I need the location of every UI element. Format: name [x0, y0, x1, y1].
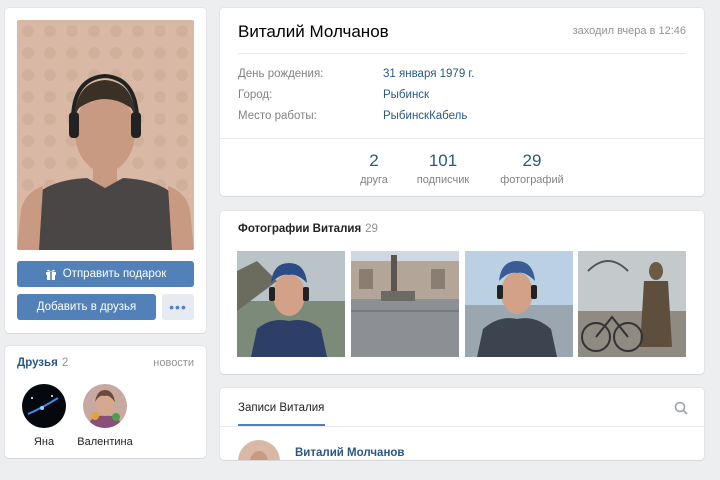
divider: [238, 53, 686, 54]
search-icon[interactable]: [674, 401, 688, 415]
wall-card: Записи Виталия Виталий Молчанов: [220, 388, 704, 460]
stat-number: 29: [522, 151, 542, 170]
stat-label: фотографий: [500, 174, 564, 186]
stat-number: 2: [369, 151, 379, 170]
stat-number: 101: [428, 151, 458, 170]
info-value[interactable]: РыбинскКабель: [383, 110, 467, 122]
info-label: Место работы:: [238, 110, 317, 122]
photos-title[interactable]: Фотографии Виталия 29: [238, 223, 378, 235]
friend-name: Яна: [33, 436, 55, 448]
friends-card: Друзья 2 новости Яна Валентина: [5, 346, 206, 458]
stat-followers[interactable]: 101 подписчик: [403, 151, 483, 186]
stat-photos[interactable]: 29 фотографий: [492, 151, 572, 186]
friend-avatar: [22, 384, 66, 428]
photo-thumbnail[interactable]: [351, 251, 459, 357]
info-value[interactable]: 31 января 1979 г.: [383, 68, 474, 80]
divider: [220, 426, 704, 427]
friends-title[interactable]: Друзья 2: [17, 357, 68, 369]
stat-label: друга: [360, 174, 388, 186]
more-icon: •••: [169, 299, 187, 315]
photos-card: Фотографии Виталия 29: [220, 211, 704, 374]
profile-info-card: Виталий Молчанов заходил вчера в 12:46 Д…: [220, 8, 704, 196]
info-value[interactable]: Рыбинск: [383, 89, 429, 101]
send-gift-label: Отправить подарок: [62, 268, 167, 280]
stat-friends[interactable]: 2 друга: [334, 151, 414, 186]
friends-news-link[interactable]: новости: [153, 357, 194, 369]
last-seen-status: заходил вчера в 12:46: [572, 25, 686, 37]
photos-title-label: Фотографии Виталия: [238, 223, 362, 235]
tab-wall-posts[interactable]: Записи Виталия: [238, 402, 324, 414]
post-author-avatar[interactable]: [238, 440, 280, 460]
photos-count: 29: [365, 223, 378, 235]
send-gift-button[interactable]: Отправить подарок: [17, 261, 194, 287]
friend-name: Валентина: [77, 436, 133, 448]
info-label: Город:: [238, 89, 273, 101]
avatar-card: Отправить подарок Добавить в друзья •••: [5, 8, 206, 333]
friend-item[interactable]: Яна: [9, 384, 79, 448]
stat-label: подписчик: [416, 174, 470, 186]
add-friend-button[interactable]: Добавить в друзья: [17, 294, 156, 320]
photo-thumbnail[interactable]: [465, 251, 573, 357]
more-actions-button[interactable]: •••: [162, 294, 194, 320]
friend-avatar: [83, 384, 127, 428]
photo-thumbnail[interactable]: [578, 251, 686, 357]
photo-thumbnail[interactable]: [237, 251, 345, 357]
divider: [220, 138, 704, 139]
friends-count: 2: [61, 357, 69, 369]
post-author-name[interactable]: Виталий Молчанов: [295, 447, 405, 459]
page-title: Виталий Молчанов: [238, 22, 389, 41]
friends-title-label: Друзья: [17, 357, 58, 369]
info-label: День рождения:: [238, 68, 324, 80]
gift-icon: [45, 268, 57, 280]
friend-item[interactable]: Валентина: [70, 384, 140, 448]
profile-photo[interactable]: [17, 20, 194, 250]
